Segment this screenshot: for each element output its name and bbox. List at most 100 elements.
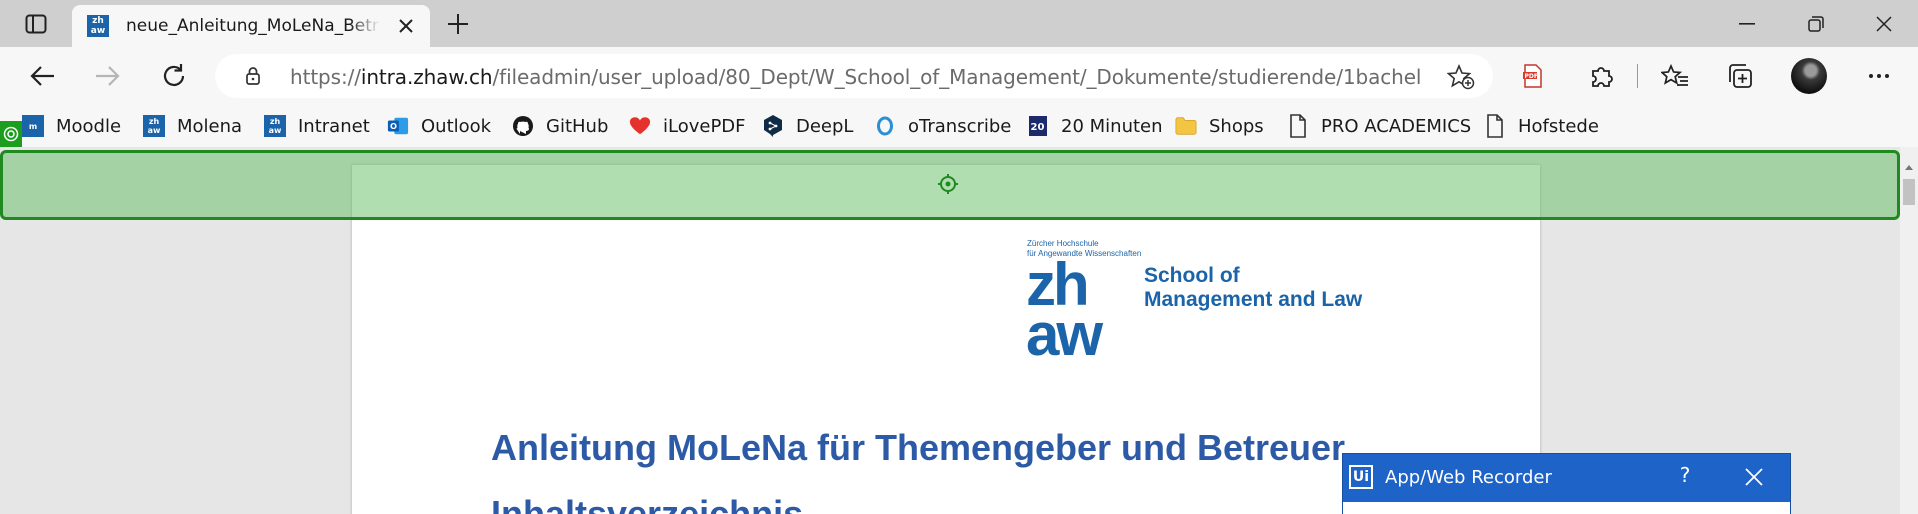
page-icon (1287, 114, 1309, 138)
zhaw-icon: zh aw (264, 115, 286, 137)
help-button[interactable]: ? (1673, 463, 1697, 489)
tab-actions-button[interactable] (16, 9, 56, 39)
bookmark-intranet[interactable]: zh aw Intranet (264, 112, 370, 140)
back-button[interactable] (24, 58, 60, 94)
bookmark-20-minuten[interactable]: 20 20 Minuten (1027, 112, 1163, 140)
restore-button[interactable] (1782, 0, 1850, 47)
reload-button[interactable] (156, 58, 192, 94)
bookmark-hofstede[interactable]: Hofstede (1484, 112, 1599, 140)
document-title: Anleitung MoLeNa für Themengeber und Bet… (491, 427, 1346, 468)
puzzle-icon (1592, 67, 1613, 87)
ilovepdf-icon (629, 115, 651, 137)
favorites-icon (1661, 64, 1688, 86)
bookmark-label: Intranet (298, 115, 370, 137)
bookmark-label: iLovePDF (663, 115, 746, 137)
browser-toolbar: https://intra.zhaw.ch/fileadmin/user_upl… (0, 47, 1918, 105)
bookmark-deepl[interactable]: DeepL (762, 112, 853, 140)
tab-title: neue_Anleitung_MoLeNa_Betreuer (126, 16, 380, 36)
active-tab[interactable]: zhaw neue_Anleitung_MoLeNa_Betreuer (72, 5, 430, 47)
bookmark-outlook[interactable]: O Outlook (387, 112, 491, 140)
deepl-icon (762, 115, 784, 137)
logo-text-aw: aw (1026, 301, 1103, 360)
vertical-scrollbar[interactable] (1900, 147, 1918, 514)
bookmark-label: Shops (1209, 115, 1264, 137)
bookmark-label: GitHub (546, 115, 609, 137)
address-bar[interactable]: https://intra.zhaw.ch/fileadmin/user_upl… (215, 54, 1493, 98)
restore-icon (1808, 15, 1824, 32)
zhaw-logo: zh aw (1026, 255, 1106, 360)
20min-icon: 20 (1027, 115, 1049, 137)
add-favorite-icon[interactable] (1447, 64, 1475, 90)
bookmark-label: 20 Minuten (1061, 115, 1163, 137)
moodle-icon: m (22, 115, 44, 137)
reload-icon (163, 64, 185, 86)
bookmarks-bar: m Moodle zh aw Molena zh aw Intranet O Out… (0, 105, 1918, 147)
scrollbar-thumb[interactable] (1903, 179, 1915, 205)
crosshair-icon (938, 174, 958, 194)
folder-icon (1175, 115, 1197, 137)
bookmark-otranscribe[interactable]: oTranscribe (874, 112, 1011, 140)
page-icon (1484, 114, 1506, 138)
svg-text:20: 20 (1031, 122, 1045, 133)
close-icon (399, 19, 413, 33)
recorder-target-icon (0, 121, 22, 147)
zhaw-icon: zh aw (143, 115, 165, 137)
bookmark-label: oTranscribe (908, 115, 1012, 137)
org-name-line-1: Zürcher Hochschule (1027, 239, 1099, 248)
settings-more-button[interactable] (1864, 61, 1894, 91)
bookmark-label: Moodle (56, 115, 122, 137)
tab-actions-icon (25, 14, 47, 34)
bookmark-molena[interactable]: zh aw Molena (143, 112, 242, 140)
pdf-extension-button[interactable]: PDF (1518, 61, 1548, 91)
close-icon (1876, 15, 1892, 32)
url-host: intra.zhaw.ch (360, 65, 493, 89)
app-web-recorder-dialog[interactable]: Ui App/Web Recorder ? (1342, 453, 1791, 514)
bookmark-moodle[interactable]: m Moodle (22, 112, 121, 140)
bookmark-label: Molena (177, 115, 243, 137)
bookmark-ilovepdf[interactable]: iLovePDF (629, 112, 746, 140)
tab-strip: zhaw neue_Anleitung_MoLeNa_Betreuer (0, 0, 1918, 47)
uipath-logo: Ui (1349, 465, 1373, 489)
arrow-right-icon (96, 66, 120, 86)
close-window-button[interactable] (1850, 0, 1918, 47)
toolbar-separator (1637, 64, 1638, 88)
plus-icon (448, 14, 468, 34)
close-icon[interactable] (1743, 466, 1765, 488)
svg-text:PDF: PDF (1525, 73, 1538, 80)
bookmark-label: PRO ACADEMICS (1321, 115, 1472, 137)
recorder-body (1343, 502, 1790, 514)
collections-button[interactable] (1725, 61, 1755, 91)
scroll-up-arrow-icon[interactable] (1903, 161, 1915, 173)
minimize-icon (1739, 22, 1755, 25)
bookmark-shops[interactable]: Shops (1175, 112, 1264, 140)
profile-avatar[interactable] (1791, 58, 1827, 94)
url-scheme: https:// (290, 65, 361, 89)
school-name-line-1: School of (1144, 264, 1240, 287)
forward-button[interactable] (90, 58, 126, 94)
bookmark-label: Hofstede (1518, 115, 1599, 137)
lock-icon[interactable] (243, 66, 263, 86)
new-tab-button[interactable] (440, 8, 476, 40)
favorites-button[interactable] (1660, 61, 1690, 91)
pdf-icon: PDF (1523, 64, 1542, 88)
otranscribe-icon (874, 115, 896, 137)
recorder-title: App/Web Recorder (1385, 467, 1552, 488)
collections-icon (1729, 64, 1752, 88)
svg-text:O: O (390, 121, 397, 131)
bookmark-pro-academics[interactable]: PRO ACADEMICS (1287, 112, 1471, 140)
bookmark-github[interactable]: GitHub (512, 112, 608, 140)
tab-close-button[interactable] (394, 14, 418, 38)
zhaw-favicon-icon: zh aw (87, 15, 109, 37)
bookmark-label: Outlook (421, 115, 492, 137)
extensions-button[interactable] (1587, 61, 1617, 91)
url-text[interactable]: https://intra.zhaw.ch/fileadmin/user_upl… (290, 65, 1420, 89)
minimize-button[interactable] (1713, 0, 1781, 47)
github-icon (512, 115, 534, 137)
outlook-icon: O (387, 115, 409, 137)
arrow-left-icon (30, 66, 54, 86)
bookmark-label: DeepL (796, 115, 854, 137)
toc-heading: Inhaltsverzeichnis (491, 493, 804, 514)
url-path: /fileadmin/user_upload/80_Dept/W_School_… (492, 65, 1420, 89)
more-icon (1869, 74, 1889, 78)
school-name-line-2: Management and Law (1144, 288, 1363, 311)
